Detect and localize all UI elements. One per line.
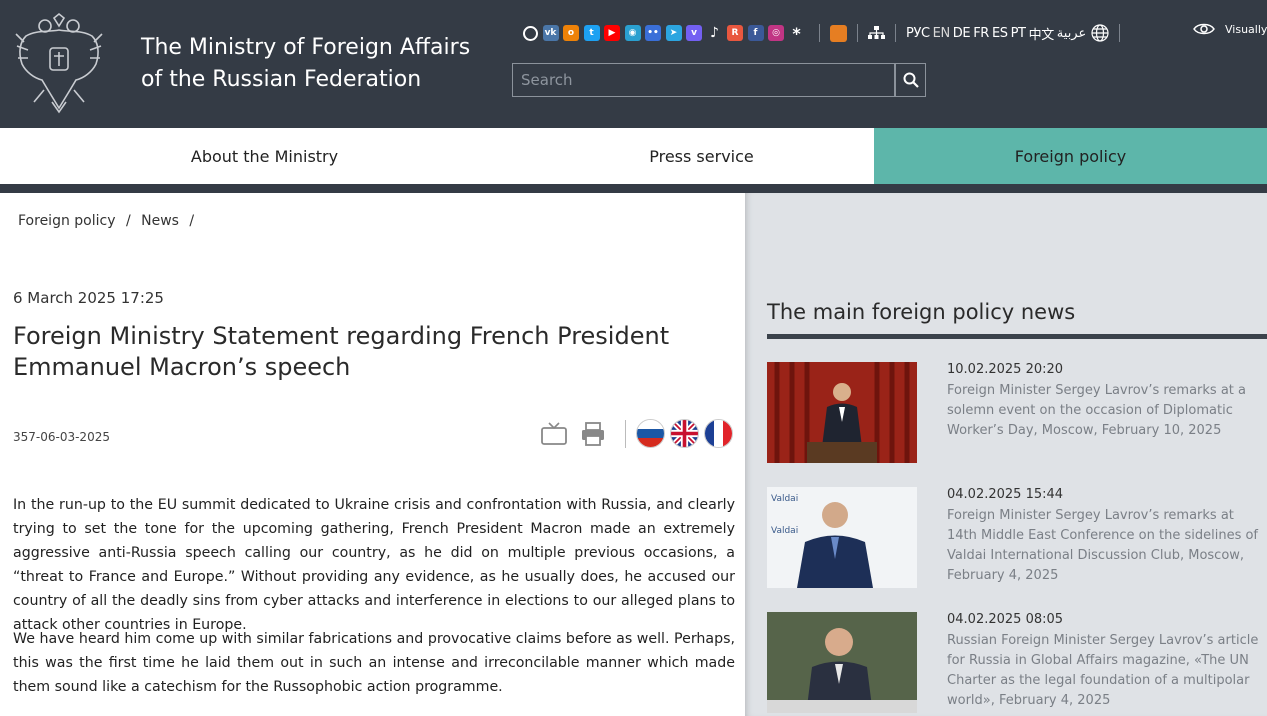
- news-item[interactable]: Valdai Valdai 04.02.2025 15:44 Foreign M…: [767, 487, 1267, 597]
- news-headline[interactable]: Foreign Minister Sergey Lavrov’s remarks…: [947, 381, 1267, 441]
- rss-icon[interactable]: [830, 24, 847, 42]
- map-icon[interactable]: ◉: [624, 25, 641, 41]
- search-input[interactable]: [512, 63, 895, 97]
- news-thumbnail-image[interactable]: Valdai Valdai: [767, 487, 917, 588]
- news-thumbnail-image[interactable]: [767, 612, 917, 713]
- news-item[interactable]: 10.02.2025 20:20 Foreign Minister Sergey…: [767, 362, 1267, 472]
- article-paragraph: We have heard him come up with similar f…: [13, 631, 735, 695]
- news-date: 04.02.2025 15:44: [947, 487, 1064, 502]
- nav-press-service[interactable]: Press service: [529, 128, 874, 184]
- main-nav: About the Ministry Press service Foreign…: [0, 128, 1267, 184]
- article-paragraph: In the run-up to the EU summit dedicated…: [13, 497, 735, 633]
- divider: [895, 24, 896, 42]
- site-title[interactable]: The Ministry of Foreign Affairs of the R…: [141, 32, 481, 96]
- news-headline[interactable]: Foreign Minister Sergey Lavrov’s remarks…: [947, 506, 1267, 586]
- lang-es[interactable]: ES: [992, 26, 1008, 41]
- breadcrumb-separator: /: [125, 213, 131, 229]
- lang-pt[interactable]: PT: [1011, 26, 1026, 41]
- breadcrumb-foreign-policy[interactable]: Foreign policy: [18, 213, 116, 229]
- svg-text:Valdai: Valdai: [771, 526, 798, 536]
- odnoklassniki-icon[interactable]: o: [563, 25, 579, 41]
- nav-about-ministry[interactable]: About the Ministry: [0, 128, 529, 184]
- divider: [1119, 24, 1121, 42]
- sitemap-icon[interactable]: [868, 26, 885, 40]
- news-date: 04.02.2025 08:05: [947, 612, 1064, 627]
- news-thumbnail-image[interactable]: [767, 362, 917, 463]
- uk-flag-icon[interactable]: [670, 419, 699, 448]
- french-flag-icon[interactable]: [704, 419, 733, 448]
- asterisk-icon[interactable]: *: [789, 24, 805, 43]
- breadcrumb: Foreign policy / News /: [18, 213, 200, 229]
- language-switcher: РУС EN DE FR ES PT 中文 عربية: [906, 24, 1109, 43]
- article-date: 6 March 2025 17:25: [13, 289, 164, 307]
- flickr-icon[interactable]: ••: [645, 25, 661, 41]
- print-icon[interactable]: [581, 421, 605, 446]
- breadcrumb-separator: /: [189, 213, 195, 229]
- telegram-icon[interactable]: ➤: [665, 25, 682, 41]
- sidebar-main-news: The main foreign policy news 10.02.2025 …: [745, 193, 1267, 716]
- vk-icon[interactable]: vk: [542, 25, 559, 41]
- breadcrumb-news[interactable]: News: [141, 213, 179, 229]
- instagram-icon[interactable]: ◎: [768, 25, 784, 41]
- russian-flag-icon[interactable]: [636, 419, 665, 448]
- site-title-line1: The Ministry of Foreign Affairs: [141, 35, 471, 60]
- news-item[interactable]: 04.02.2025 08:05 Russian Foreign Ministe…: [767, 612, 1267, 716]
- lang-zh[interactable]: 中文: [1029, 24, 1055, 43]
- social-links: vk o t ▶ ◉ •• ➤ v ♪ R f ◎ * РУС EN DE FR…: [523, 23, 1130, 43]
- nav-foreign-policy[interactable]: Foreign policy: [874, 128, 1267, 184]
- news-headline[interactable]: Russian Foreign Minister Sergey Lavrov’s…: [947, 631, 1267, 711]
- search-icon: [903, 72, 919, 88]
- divider: [819, 24, 820, 42]
- share-icon[interactable]: [523, 25, 538, 41]
- sidebar-rule: [767, 334, 1267, 339]
- viber-icon[interactable]: v: [686, 25, 702, 41]
- site-title-line2: of the Russian Federation: [141, 67, 422, 92]
- search-button[interactable]: [895, 63, 926, 97]
- visually-label: Visually: [1225, 22, 1267, 36]
- tv-icon[interactable]: [541, 421, 567, 446]
- globe-icon[interactable]: [1091, 24, 1109, 42]
- sidebar-title: The main foreign policy news: [767, 300, 1076, 324]
- lang-en[interactable]: EN: [933, 26, 951, 41]
- facebook-icon[interactable]: f: [747, 25, 764, 41]
- svg-text:Valdai: Valdai: [771, 494, 798, 504]
- article-tools: [541, 419, 738, 448]
- news-date: 10.02.2025 20:20: [947, 362, 1064, 377]
- rutube-icon[interactable]: R: [727, 25, 743, 41]
- nav-underline: [0, 184, 1267, 193]
- twitter-icon[interactable]: t: [583, 25, 600, 41]
- lang-ar[interactable]: عربية: [1057, 26, 1087, 41]
- site-header: The Ministry of Foreign Affairs of the R…: [0, 0, 1267, 128]
- eye-icon: [1193, 23, 1215, 35]
- article-content: Foreign policy / News / 6 March 2025 17:…: [0, 193, 745, 716]
- double-headed-eagle-emblem-icon[interactable]: [14, 12, 104, 114]
- lang-fr[interactable]: FR: [973, 26, 989, 41]
- article-title: Foreign Ministry Statement regarding Fre…: [13, 322, 670, 381]
- divider: [857, 24, 858, 42]
- lang-de[interactable]: DE: [953, 26, 971, 41]
- lang-ru[interactable]: РУС: [906, 26, 930, 41]
- divider: [625, 419, 626, 448]
- youtube-icon[interactable]: ▶: [604, 25, 620, 41]
- visually-impaired-toggle[interactable]: Visually: [1193, 22, 1267, 36]
- document-number: 357-06-03-2025: [13, 430, 110, 444]
- tiktok-icon[interactable]: ♪: [707, 25, 723, 41]
